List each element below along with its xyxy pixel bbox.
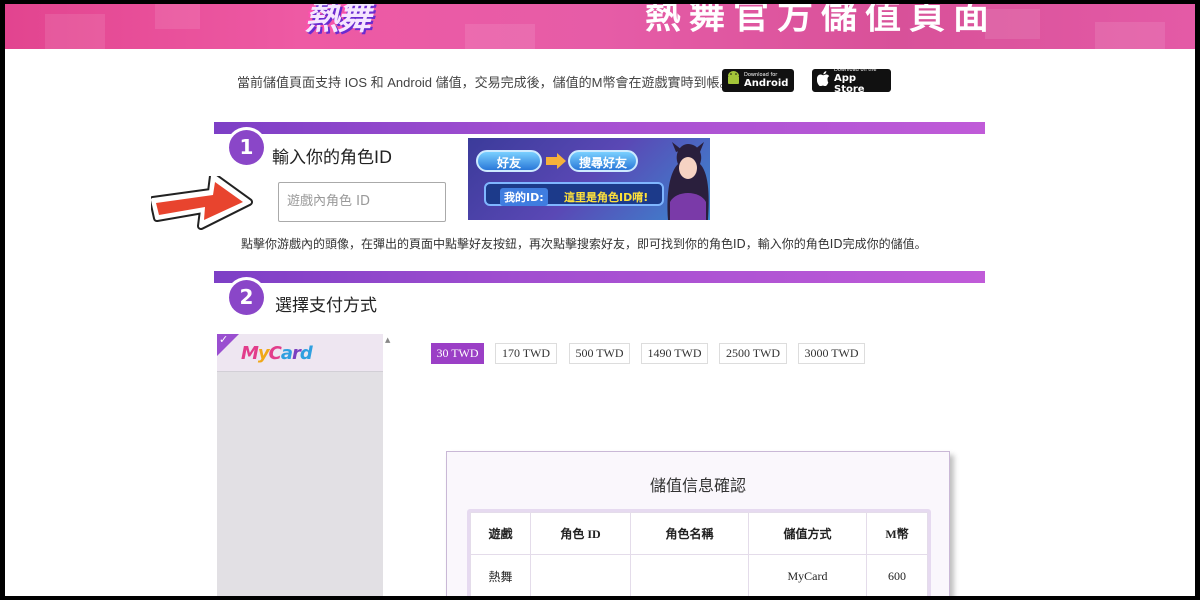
header-role-id: 角色 ID	[530, 512, 631, 555]
guide-arrow-icon	[546, 153, 566, 169]
cell-pay-method: MyCard	[748, 554, 867, 596]
header-game: 遊戲	[470, 512, 531, 555]
amount-option[interactable]: 3000 TWD	[798, 343, 865, 364]
appstore-download-button[interactable]: Download on the App Store	[812, 67, 891, 95]
appstore-big-label: App Store	[834, 72, 865, 95]
cell-role-id	[530, 554, 631, 596]
check-icon: ✓	[219, 333, 229, 346]
role-id-input[interactable]: 遊戲內角色 ID	[278, 182, 446, 222]
intro-text: 當前儲值頁面支持 IOS 和 Android 儲值，交易完成後，儲值的M幣會在遊…	[237, 75, 733, 90]
step1-bar	[214, 122, 985, 134]
payment-method-list: ✓ MyCard	[217, 333, 383, 596]
confirm-panel: 儲值信息確認 遊戲 角色 ID 角色名稱 儲值方式 M幣 熱舞 MyCard 6…	[446, 451, 950, 596]
cell-coins: 600	[866, 554, 928, 596]
header-coins: M幣	[866, 512, 928, 555]
step2-bar	[214, 271, 985, 283]
game-logo: 熱舞	[305, 4, 371, 38]
cell-game: 熱舞	[470, 554, 531, 596]
payment-method-mycard[interactable]: ✓ MyCard	[217, 333, 383, 372]
guide-friend-button: 好友	[476, 150, 542, 172]
android-download-button[interactable]: Download for Android	[722, 69, 795, 92]
role-id-guide-image: 好友 搜尋好友 我的ID: 這里是角色ID唷!	[468, 138, 710, 220]
amount-option[interactable]: 2500 TWD	[719, 343, 787, 364]
header-banner: 熱舞 熱舞官方儲值頁面	[5, 4, 1195, 49]
amount-option[interactable]: 30 TWD	[431, 343, 484, 364]
banner-title: 熱舞官方儲值頁面	[645, 4, 998, 37]
mycard-logo: MyCard	[241, 343, 313, 364]
table-row: 熱舞 MyCard 600	[470, 554, 928, 596]
amount-option[interactable]: 1490 TWD	[641, 343, 708, 364]
cell-role-name	[630, 554, 749, 596]
step1-title: 輸入你的角色ID	[272, 148, 393, 168]
apple-icon	[816, 71, 830, 90]
confirm-table: 遊戲 角色 ID 角色名稱 儲值方式 M幣 熱舞 MyCard 600	[470, 512, 928, 596]
android-big-label: Android	[744, 78, 789, 89]
table-header-row: 遊戲 角色 ID 角色名稱 儲值方式 M幣	[470, 512, 928, 555]
scroll-up-arrow-icon[interactable]: ▲	[385, 336, 390, 344]
guide-my-id-label: 我的ID:	[500, 188, 548, 206]
pointer-arrow-icon	[149, 172, 255, 246]
step2-number: 2	[229, 280, 264, 315]
amount-option[interactable]: 170 TWD	[495, 343, 557, 364]
step1-number: 1	[229, 130, 264, 165]
android-icon	[727, 71, 740, 90]
guide-id-text: 這里是角色ID唷!	[564, 191, 649, 204]
role-id-hint: 點擊你游戲內的頭像，在彈出的頁面中點擊好友按鈕，再次點擊搜索好友，即可找到你的角…	[241, 237, 927, 251]
confirm-table-wrapper: 遊戲 角色 ID 角色名稱 儲值方式 M幣 熱舞 MyCard 600	[467, 509, 931, 596]
confirm-title: 儲值信息確認	[649, 476, 746, 495]
step2-title: 選擇支付方式	[275, 296, 377, 316]
header-pay-method: 儲值方式	[748, 512, 867, 555]
character-illustration	[664, 142, 710, 220]
header-role-name: 角色名稱	[630, 512, 749, 555]
page: 熱舞 熱舞官方儲值頁面 當前儲值頁面支持 IOS 和 Android 儲值，交易…	[5, 4, 1195, 596]
guide-search-button: 搜尋好友	[568, 150, 638, 172]
amount-option[interactable]: 500 TWD	[569, 343, 630, 364]
